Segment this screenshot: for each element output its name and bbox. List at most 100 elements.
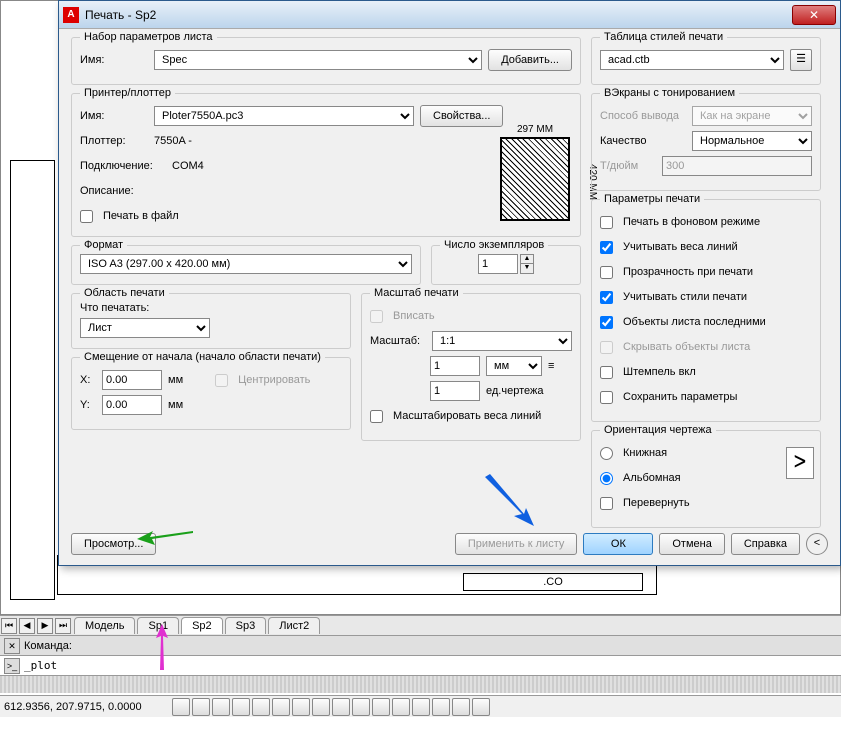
opt-trans-label: Прозрачность при печати [623,266,753,278]
scale-weights-checkbox[interactable] [370,410,383,423]
status-icon[interactable] [432,698,450,716]
styles-group: Таблица стилей печати acad.ctb ☰ [591,37,821,85]
opt-save-label: Сохранить параметры [623,391,737,403]
options-title: Параметры печати [600,193,704,205]
help-button[interactable]: Справка [731,533,800,555]
expand-button[interactable]: < [806,533,828,555]
scale-weights-label: Масштабировать веса линий [393,410,541,422]
scale-unit-select[interactable]: мм [486,356,542,376]
tab-sp2[interactable]: Sp2 [181,617,223,634]
printer-name-select[interactable]: Ploter7550A.pc3 [154,106,414,126]
opt-weights-checkbox[interactable] [600,241,613,254]
printer-props-button[interactable]: Свойства... [420,105,503,127]
status-icon[interactable] [172,698,190,716]
options-group: Параметры печати Печать в фоновом режиме… [591,199,821,422]
scale-title: Масштаб печати [370,287,463,299]
opt-styles-checkbox[interactable] [600,291,613,304]
opt-stamp-checkbox[interactable] [600,366,613,379]
status-icon[interactable] [372,698,390,716]
plotter-label: Плоттер: [80,135,148,147]
add-pageset-button[interactable]: Добавить... [488,49,572,71]
what-label: Что печатать: [80,302,342,314]
opt-paperspace-label: Объекты листа последними [623,316,766,328]
status-icon[interactable] [452,698,470,716]
quality-select[interactable]: Нормальное [692,131,812,151]
landscape-radio[interactable] [600,472,613,485]
tab-model[interactable]: Модель [74,617,135,634]
drawing-border-left [10,160,55,600]
format-group: Формат ISO A3 (297.00 x 420.00 мм) [71,245,421,285]
y-input[interactable] [102,395,162,415]
copies-title: Число экземпляров [440,239,548,251]
opt-bg-checkbox[interactable] [600,216,613,229]
titlebar[interactable]: A Печать - Sp2 ✕ [59,1,840,29]
cmd-input[interactable]: _plot [24,659,57,672]
format-title: Формат [80,239,127,251]
opt-bg-label: Печать в фоновом режиме [623,216,760,228]
what-select[interactable]: Лист [80,318,210,338]
orient-group: Ориентация чертежа Книжная Альбомная Пер… [591,430,821,528]
nav-next-button[interactable]: ▶ [37,618,53,634]
scale-val2-input[interactable] [430,381,480,401]
scale-select[interactable]: 1:1 [432,331,572,351]
styles-select[interactable]: acad.ctb [600,50,784,70]
status-icon[interactable] [212,698,230,716]
annotation-arrow-green [135,525,195,545]
upside-checkbox[interactable] [600,497,613,510]
nav-prev-button[interactable]: ◀ [19,618,35,634]
close-button[interactable]: ✕ [792,5,836,25]
shaded-title: ВЭкраны с тонированием [600,87,739,99]
center-checkbox [215,374,228,387]
status-icon[interactable] [292,698,310,716]
cmd-close-icon[interactable]: ✕ [4,638,20,654]
status-icon[interactable] [472,698,490,716]
copies-spinner[interactable]: ▲▼ [520,254,534,274]
portrait-label: Книжная [623,447,667,459]
status-icon[interactable] [192,698,210,716]
nav-last-button[interactable]: ⏭ [55,618,71,634]
ok-button[interactable]: ОК [583,533,653,555]
print-to-file-checkbox[interactable] [80,210,93,223]
format-select[interactable]: ISO A3 (297.00 x 420.00 мм) [80,254,412,274]
styles-edit-button[interactable]: ☰ [790,49,812,71]
tab-list2[interactable]: Лист2 [268,617,320,634]
status-icon[interactable] [252,698,270,716]
print-dialog: A Печать - Sp2 ✕ Набор параметров листа … [58,0,841,566]
tab-sp3[interactable]: Sp3 [225,617,267,634]
orientation-icon: ᐳ [786,447,814,479]
nav-first-button[interactable]: ⏮ [1,618,17,634]
scale-val1-input[interactable] [430,356,480,376]
status-icon[interactable] [392,698,410,716]
center-label: Центрировать [238,374,310,386]
equals-symbol: ≡ [548,360,554,372]
opt-styles-label: Учитывать стили печати [623,291,747,303]
status-icon[interactable] [312,698,330,716]
method-label: Способ вывода [600,110,686,122]
description-label: Описание: [80,185,148,197]
copies-input[interactable] [478,254,518,274]
status-icon[interactable] [332,698,350,716]
print-to-file-label: Печать в файл [103,210,179,222]
opt-paperspace-checkbox[interactable] [600,316,613,329]
cmd-grip[interactable] [0,675,841,693]
opt-save-checkbox[interactable] [600,391,613,404]
plotter-value: 7550A - [154,135,192,147]
quality-label: Качество [600,135,686,147]
paper-preview: 297 MM 420 MM [500,124,570,223]
status-coords: 612.9356, 207.9715, 0.0000 [4,701,142,713]
status-icon[interactable] [272,698,290,716]
status-icon[interactable] [412,698,430,716]
x-unit: мм [168,374,183,386]
paper-shape [500,137,570,221]
status-icon[interactable] [232,698,250,716]
opt-trans-checkbox[interactable] [600,266,613,279]
app-icon: A [63,7,79,23]
pageset-name-select[interactable]: Spec [154,50,482,70]
x-input[interactable] [102,370,162,390]
upside-label: Перевернуть [623,497,690,509]
orient-title: Ориентация чертежа [600,424,716,436]
cmd-prompt-icon[interactable]: >_ [4,658,20,674]
status-icon[interactable] [352,698,370,716]
portrait-radio[interactable] [600,447,613,460]
cancel-button[interactable]: Отмена [659,533,724,555]
